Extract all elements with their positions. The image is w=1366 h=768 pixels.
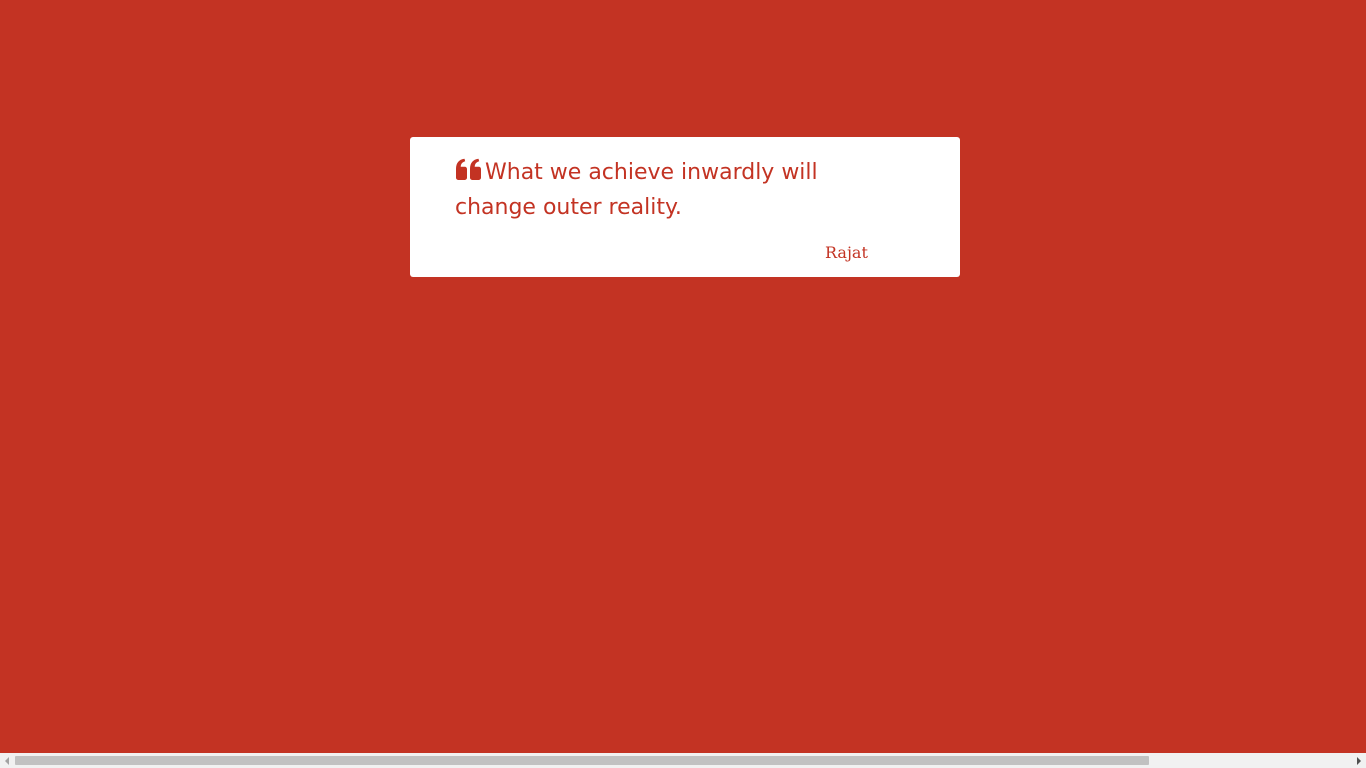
quote-author: Rajat: [825, 243, 868, 262]
scroll-left-arrow-icon[interactable]: [0, 753, 15, 768]
scroll-right-arrow-icon[interactable]: [1351, 753, 1366, 768]
horizontal-scrollbar[interactable]: [0, 753, 1366, 768]
quote-left-icon: [455, 158, 482, 180]
quote-text: What we achieve inwardly will change out…: [455, 160, 818, 220]
quote-text-block: What we achieve inwardly will change out…: [455, 155, 875, 225]
scrollbar-thumb[interactable]: [15, 756, 1149, 765]
quote-card: What we achieve inwardly will change out…: [410, 137, 960, 277]
